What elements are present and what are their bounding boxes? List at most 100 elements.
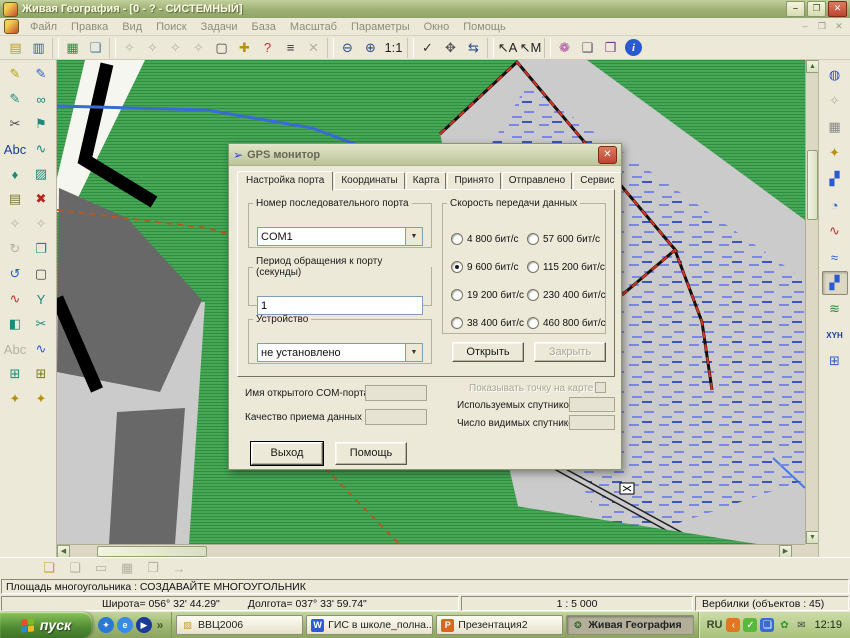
dialog-tab[interactable]: Карта bbox=[406, 172, 447, 190]
print-icon[interactable]: ❑ bbox=[576, 37, 599, 59]
quicklaunch-app-icon[interactable]: ✦ bbox=[98, 617, 114, 633]
chart-gray-icon[interactable]: ✧ bbox=[822, 89, 848, 113]
profile-chart-icon[interactable]: ∿ bbox=[822, 219, 848, 243]
menu-item[interactable]: Помощь bbox=[456, 19, 513, 35]
polyline-icon[interactable]: ∿ bbox=[28, 137, 54, 161]
baud-rate-radio[interactable]: 9 600 бит/с bbox=[451, 253, 527, 281]
minimize-button[interactable]: – bbox=[786, 1, 805, 17]
layers-book-icon[interactable]: ▦ bbox=[61, 37, 84, 59]
lamp-dots-icon[interactable]: ✦ bbox=[28, 387, 54, 411]
select-dashed-icon[interactable]: ▢ bbox=[28, 262, 54, 286]
info-icon[interactable]: i bbox=[625, 39, 642, 56]
taskbar-task-button[interactable]: ▨ ВВЦ2006 bbox=[176, 615, 303, 635]
dialog-titlebar[interactable]: ➢ GPS монитор ✕ bbox=[229, 144, 621, 166]
export-icon[interactable]: → bbox=[166, 557, 192, 579]
draw-icon[interactable]: ✎ bbox=[28, 62, 54, 86]
toolbar-button[interactable] bbox=[544, 38, 551, 58]
taskbar-task-button[interactable]: W ГИС в школе_полна... bbox=[306, 615, 433, 635]
hatch-chart-icon[interactable]: ▞ bbox=[822, 271, 848, 295]
start-button[interactable]: пуск bbox=[0, 612, 92, 638]
tray-network-icon[interactable]: ❏ bbox=[760, 618, 774, 632]
move-object-icon[interactable]: ❐ bbox=[28, 237, 54, 261]
close-button[interactable]: ✕ bbox=[828, 1, 847, 17]
toolbar-button[interactable] bbox=[52, 38, 59, 58]
hatch-rect-icon[interactable]: ▨ bbox=[28, 162, 54, 186]
palette-icon[interactable]: ❁ bbox=[553, 37, 576, 59]
scroll-left-icon[interactable]: ◀ bbox=[57, 545, 70, 557]
cut-object-icon[interactable]: ✂ bbox=[2, 112, 28, 136]
baud-rate-radio[interactable]: 4 800 бит/с bbox=[451, 225, 527, 253]
lamp-squares-icon[interactable]: ✦ bbox=[2, 387, 28, 411]
scroll-down-icon[interactable]: ▼ bbox=[806, 531, 818, 544]
cut-line-icon[interactable]: ✂ bbox=[28, 312, 54, 336]
dialog-tab[interactable]: Настройка порта bbox=[237, 171, 333, 191]
menu-item[interactable]: База bbox=[245, 19, 283, 35]
spline-red-icon[interactable]: ∿ bbox=[2, 287, 28, 311]
lamp-grid-icon[interactable]: ✧ bbox=[28, 212, 54, 236]
vertical-scroll-thumb[interactable] bbox=[807, 150, 818, 220]
mdi-restore-button[interactable]: ❐ bbox=[815, 21, 829, 32]
open-port-button[interactable]: Открыть bbox=[452, 342, 524, 362]
vertical-scrollbar[interactable]: ▲ ▼ bbox=[805, 60, 818, 544]
dialog-tab[interactable]: Сервис bbox=[573, 172, 621, 190]
baud-rate-radio[interactable]: 460 800 бит/с bbox=[527, 309, 606, 337]
zoom-1-1-icon[interactable]: 1:1 bbox=[382, 37, 405, 59]
lamp-a-icon[interactable]: ✧ bbox=[2, 212, 28, 236]
table-icon[interactable]: ▦ bbox=[114, 557, 140, 579]
baud-rate-radio[interactable]: 19 200 бит/с bbox=[451, 281, 527, 309]
scroll-up-icon[interactable]: ▲ bbox=[806, 60, 818, 73]
cursor-m-icon[interactable]: ↖M bbox=[519, 37, 542, 59]
select-area-icon[interactable]: ▢ bbox=[210, 37, 233, 59]
device-select[interactable]: не установлено ▼ bbox=[257, 343, 423, 362]
dialog-close-button[interactable]: ✕ bbox=[598, 146, 617, 164]
maximize-button[interactable]: ❐ bbox=[807, 1, 826, 17]
zoom-in-icon[interactable]: ⊕ bbox=[359, 37, 382, 59]
help-book-icon[interactable]: ❒ bbox=[599, 37, 622, 59]
flag-icon[interactable]: ⚑ bbox=[28, 112, 54, 136]
tray-clover-icon[interactable]: ✿ bbox=[777, 618, 791, 632]
help-button[interactable]: Помощь bbox=[335, 442, 407, 465]
lamp-4-icon[interactable]: ✧ bbox=[187, 37, 210, 59]
chevron-down-icon[interactable]: ▼ bbox=[405, 344, 422, 361]
node-icon[interactable]: ♦ bbox=[2, 162, 28, 186]
xyh-icon[interactable]: XYH bbox=[822, 323, 848, 347]
branch-icon[interactable]: Y bbox=[28, 287, 54, 311]
rotate-gray-icon[interactable]: ↻ bbox=[2, 237, 28, 261]
taskbar-task-button[interactable]: ❂ Живая География bbox=[566, 615, 693, 635]
stack-icon[interactable]: ▤ bbox=[2, 187, 28, 211]
small-squares-icon[interactable]: ⊞ bbox=[2, 362, 28, 386]
dialog-tab[interactable]: Отправлено bbox=[502, 172, 572, 190]
menu-item[interactable]: Вид bbox=[115, 19, 149, 35]
menu-item[interactable]: Поиск bbox=[149, 19, 193, 35]
merge-icon[interactable]: ◧ bbox=[2, 312, 28, 336]
lamp-1-icon[interactable]: ✧ bbox=[118, 37, 141, 59]
toolbar-button[interactable] bbox=[407, 38, 414, 58]
lamp-add-icon[interactable]: ✚ bbox=[233, 37, 256, 59]
globe-chart-icon[interactable]: ◍ bbox=[822, 63, 848, 87]
dialog-tab[interactable]: Координаты bbox=[334, 172, 404, 190]
baud-rate-radio[interactable]: 230 400 бит/с bbox=[527, 281, 606, 309]
menu-item[interactable]: Масштаб bbox=[283, 19, 344, 35]
rotate-ccw-icon[interactable]: ↺ bbox=[2, 262, 28, 286]
com-port-select[interactable]: COM1 ▼ bbox=[257, 227, 423, 246]
menu-item[interactable]: Окно bbox=[417, 19, 457, 35]
draw-object-icon[interactable]: ✎ bbox=[2, 87, 28, 111]
pie-chart-icon[interactable]: ◔ bbox=[822, 193, 848, 217]
horizontal-scrollbar[interactable]: ◀ ▶ bbox=[57, 544, 805, 557]
binoculars-icon[interactable]: ∞ bbox=[28, 87, 54, 111]
cursor-a-icon[interactable]: ↖A bbox=[496, 37, 519, 59]
abc-label-icon[interactable]: Abc bbox=[2, 137, 28, 161]
abc-gray-icon[interactable]: Abc bbox=[2, 337, 28, 361]
list-icon[interactable]: ≡ bbox=[279, 37, 302, 59]
sheets-icon[interactable]: ❐ bbox=[140, 557, 166, 579]
exit-button[interactable]: Выход bbox=[251, 442, 323, 465]
quicklaunch-more-icon[interactable]: » bbox=[155, 617, 165, 633]
toolbar-button[interactable] bbox=[109, 38, 116, 58]
zoom-out-icon[interactable]: ⊖ bbox=[336, 37, 359, 59]
panel-icon[interactable]: ▭ bbox=[88, 557, 114, 579]
chevron-down-icon[interactable]: ▼ bbox=[405, 228, 422, 245]
lamp-2-icon[interactable]: ✧ bbox=[141, 37, 164, 59]
mdi-close-button[interactable]: ✕ bbox=[832, 21, 846, 32]
menu-item[interactable]: Правка bbox=[64, 19, 115, 35]
lamp-3-icon[interactable]: ✧ bbox=[164, 37, 187, 59]
